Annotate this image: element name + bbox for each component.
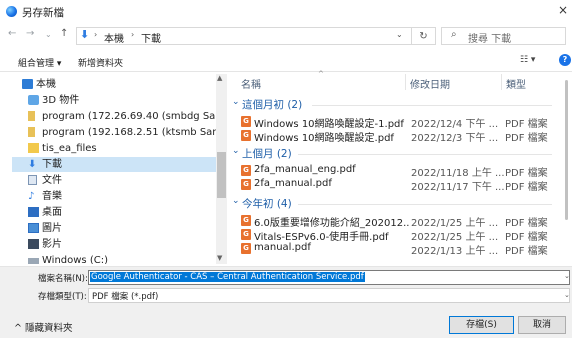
pdf-file-icon: G bbox=[241, 243, 251, 254]
file-row[interactable]: G Windows 10網路喚醒設定.pdf 2022/12/3 下午 ... … bbox=[232, 129, 562, 144]
network-drive-icon bbox=[28, 127, 35, 137]
hide-folders-button[interactable]: ^ 隱藏資料夾 bbox=[14, 320, 73, 334]
nav-item-downloads[interactable]: ⬇ 下載 bbox=[12, 157, 217, 172]
filename-label: 檔案名稱(N): bbox=[38, 274, 88, 284]
window-title: 另存新檔 bbox=[22, 7, 64, 19]
nav-item-tis-ea-files[interactable]: tis_ea_files bbox=[12, 141, 217, 156]
pdf-file-icon: G bbox=[241, 116, 251, 127]
nav-item-3d-objects[interactable]: 3D 物件 bbox=[12, 93, 217, 108]
new-folder-button[interactable]: 新增資料夾 bbox=[78, 56, 123, 69]
title-bar bbox=[0, 0, 572, 24]
address-dropdown-icon[interactable]: ⌄ bbox=[396, 30, 403, 39]
collapse-chevron-icon[interactable]: ⌄ bbox=[232, 146, 240, 156]
column-header-date[interactable]: 修改日期 bbox=[410, 76, 450, 91]
column-header-type[interactable]: 類型 bbox=[506, 76, 526, 91]
pdf-file-icon: G bbox=[241, 215, 251, 226]
group-header[interactable]: ⌄ 今年初 (4) bbox=[232, 196, 562, 211]
column-divider[interactable] bbox=[405, 74, 406, 90]
nav-scrollbar-thumb[interactable] bbox=[217, 152, 226, 198]
nav-item-videos[interactable]: 影片 bbox=[12, 237, 217, 252]
file-row[interactable]: G 2fa_manual.pdf 2022/11/17 下午 ... PDF 檔… bbox=[232, 178, 562, 193]
refresh-icon[interactable]: ↻ bbox=[412, 27, 436, 45]
videos-icon bbox=[28, 239, 39, 249]
nav-item-desktop[interactable]: 桌面 bbox=[12, 205, 217, 220]
nav-item-network-drive-1[interactable]: program (172.26.69.40 (smbdg Samba bbox=[12, 109, 217, 124]
downloads-location-icon: ⬇ bbox=[80, 28, 90, 41]
search-placeholder: 搜尋 下載 bbox=[468, 34, 512, 45]
nav-item-music[interactable]: ♪ 音樂 bbox=[12, 189, 217, 204]
filename-dropdown-icon[interactable]: ⌄ bbox=[564, 272, 570, 280]
breadcrumb-chevron-icon[interactable]: › bbox=[131, 30, 134, 39]
help-icon[interactable]: ? bbox=[559, 54, 571, 66]
collapse-chevron-icon[interactable]: ⌄ bbox=[232, 196, 240, 206]
filename-value[interactable]: Google Authenticator - CAS – Central Aut… bbox=[90, 272, 365, 282]
pictures-icon bbox=[28, 223, 39, 233]
documents-icon bbox=[28, 175, 37, 185]
back-arrow-icon[interactable]: ← bbox=[8, 28, 16, 39]
file-row[interactable]: G Windows 10網路喚醒設定-1.pdf 2022/12/4 下午 ..… bbox=[232, 115, 562, 130]
file-row[interactable]: G 2fa_manual_eng.pdf 2022/11/18 上午 ... P… bbox=[232, 164, 562, 179]
nav-item-network-drive-2[interactable]: program (192.168.2.51 (ktsmb Samba bbox=[12, 125, 217, 140]
nav-item-this-pc[interactable]: 本機 bbox=[12, 77, 217, 92]
filetype-label: 存檔類型(T): bbox=[38, 292, 87, 302]
forward-arrow-icon[interactable]: → bbox=[26, 28, 34, 39]
scroll-up-icon[interactable]: ▲ bbox=[217, 74, 222, 82]
scroll-down-icon[interactable]: ▼ bbox=[217, 254, 222, 262]
group-divider bbox=[312, 105, 552, 106]
view-options-icon[interactable]: ☷ ▾ bbox=[520, 55, 535, 65]
hide-folders-label: 隱藏資料夾 bbox=[24, 323, 73, 334]
navigation-pane: 本機 3D 物件 program (172.26.69.40 (smbdg Sa… bbox=[12, 74, 217, 264]
pdf-file-icon: G bbox=[241, 130, 251, 141]
breadcrumb-downloads[interactable]: 下載 bbox=[141, 30, 161, 45]
filetype-dropdown-icon[interactable]: ⌄ bbox=[564, 291, 570, 299]
music-icon: ♪ bbox=[28, 191, 35, 202]
file-list-scrollbar-thumb[interactable] bbox=[565, 80, 568, 220]
nav-item-documents[interactable]: 文件 bbox=[12, 173, 217, 188]
recent-locations-chevron-icon[interactable]: ⌄ bbox=[45, 30, 52, 39]
network-drive-icon bbox=[28, 111, 35, 121]
file-row[interactable]: G manual.pdf 2022/1/13 上午 ... PDF 檔案 bbox=[232, 242, 562, 257]
chevron-up-icon: ^ bbox=[14, 323, 25, 334]
3d-objects-icon bbox=[28, 95, 39, 105]
computer-icon bbox=[22, 79, 33, 89]
file-row[interactable]: G 6.0版重要增修功能介紹_202012... 2022/1/25 上午 ..… bbox=[232, 214, 562, 229]
file-row[interactable]: G Vitals-ESPv6.0-使用手冊.pdf 2022/1/25 上午 .… bbox=[232, 228, 562, 243]
organize-menu-button[interactable]: 組合管理 ▾ bbox=[18, 56, 61, 69]
group-divider bbox=[298, 154, 552, 155]
save-button[interactable]: 存檔(S) bbox=[449, 316, 514, 334]
downloads-icon: ⬇ bbox=[28, 159, 37, 170]
column-header-name[interactable]: 名稱 bbox=[241, 76, 261, 91]
close-icon[interactable]: × bbox=[558, 3, 568, 17]
desktop-icon bbox=[28, 207, 39, 217]
filetype-select[interactable] bbox=[88, 288, 570, 303]
pdf-file-icon: G bbox=[241, 179, 251, 190]
app-icon bbox=[6, 6, 17, 17]
cancel-button[interactable]: 取消 bbox=[518, 316, 566, 334]
breadcrumb-chevron-icon[interactable]: › bbox=[94, 30, 97, 39]
nav-item-pictures[interactable]: 圖片 bbox=[12, 221, 217, 236]
filetype-value: PDF 檔案 (*.pdf) bbox=[92, 292, 159, 302]
folder-icon bbox=[28, 143, 39, 153]
collapse-chevron-icon[interactable]: ⌄ bbox=[232, 97, 240, 107]
nav-item-windows-c[interactable]: Windows (C:) bbox=[12, 253, 217, 264]
group-divider bbox=[298, 204, 552, 205]
column-divider[interactable] bbox=[501, 74, 502, 90]
group-header[interactable]: ⌄ 上個月 (2) bbox=[232, 146, 562, 161]
group-header[interactable]: ⌄ 這個月初 (2) bbox=[232, 97, 562, 112]
search-icon: ⌕ bbox=[451, 29, 457, 40]
drive-icon bbox=[28, 258, 39, 264]
address-bar[interactable] bbox=[76, 27, 412, 45]
sort-chevron-icon: ^ bbox=[318, 70, 324, 78]
pdf-file-icon: G bbox=[241, 165, 251, 176]
up-arrow-icon[interactable]: ↑ bbox=[60, 28, 68, 39]
breadcrumb-this-pc[interactable]: 本機 bbox=[104, 30, 124, 45]
pdf-file-icon: G bbox=[241, 229, 251, 240]
